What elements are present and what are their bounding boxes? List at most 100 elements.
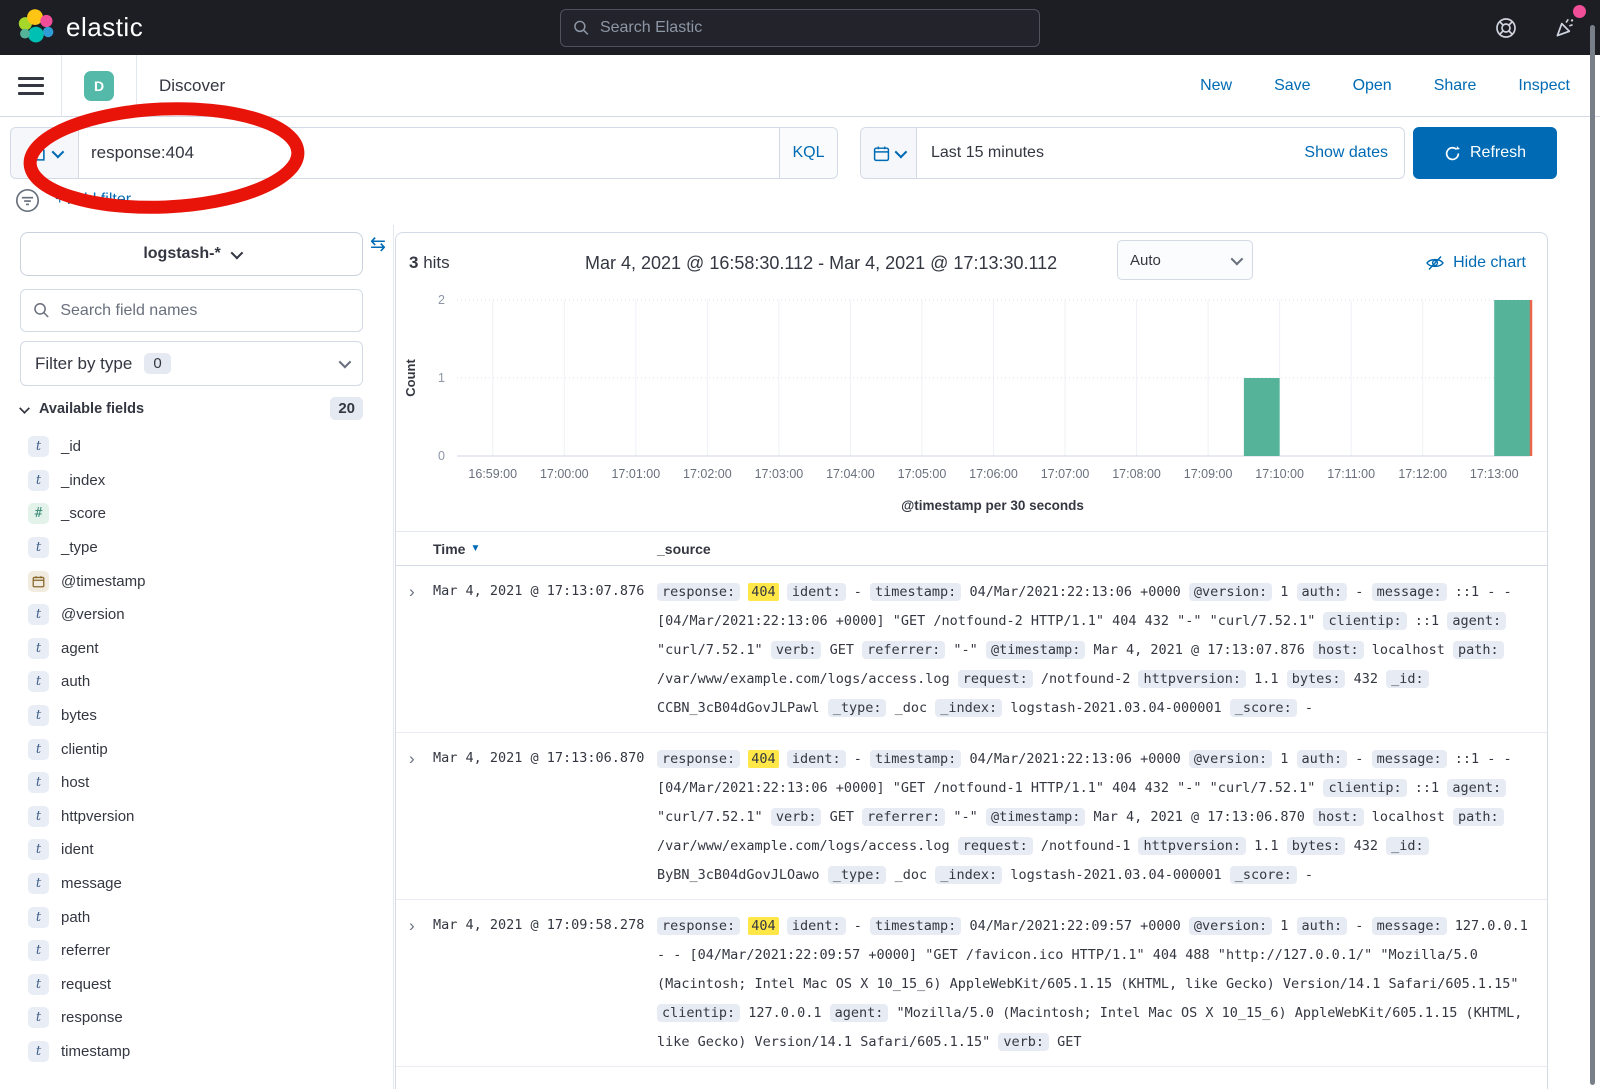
field-name: _index (61, 472, 105, 489)
global-search-input[interactable] (600, 19, 1027, 37)
field-value: Mar 4, 2021 @ 17:13:06.870 (1094, 809, 1305, 825)
field-value: - (854, 918, 862, 934)
nav-action-open[interactable]: Open (1353, 77, 1392, 95)
field-chip: _id: (1386, 837, 1429, 855)
table-row: ›Mar 4, 2021 @ 17:13:07.876response: 404… (396, 566, 1547, 733)
field-chip: clientip: (657, 1004, 740, 1022)
field-item-agent[interactable]: tagent (20, 632, 375, 666)
expand-row-icon[interactable]: › (396, 745, 433, 890)
field-chip: bytes: (1287, 837, 1346, 855)
index-pattern-select[interactable]: logstash-* (20, 232, 363, 276)
add-filter-button[interactable]: + Add filter (55, 191, 131, 209)
field-search-input[interactable] (60, 302, 350, 320)
field-chip: @version: (1189, 750, 1272, 768)
doc-source: response: 404 ident: - timestamp: 04/Mar… (657, 912, 1547, 1057)
histogram-chart[interactable]: 16:59:0017:00:0017:01:0017:02:0017:03:00… (397, 288, 1547, 488)
field-item-httpversion[interactable]: thttpversion (20, 800, 375, 834)
field-item-referrer[interactable]: treferrer (20, 934, 375, 968)
field-item-clientip[interactable]: tclientip (20, 732, 375, 766)
doc-time: Mar 4, 2021 @ 17:13:06.870 (433, 745, 657, 890)
filter-icon[interactable] (14, 187, 41, 214)
kibana-discover-app: elastic (0, 0, 1600, 1089)
field-chip: message: (1372, 583, 1447, 601)
column-header-time[interactable]: Time ▼ (433, 541, 657, 557)
field-name: response (61, 1009, 123, 1026)
field-value: 1 (1280, 584, 1288, 600)
global-search-box[interactable] (560, 9, 1040, 47)
field-chip: @timestamp: (986, 808, 1085, 826)
field-item-_index[interactable]: t_index (20, 464, 375, 498)
column-header-source: _source (657, 541, 711, 557)
field-search-box[interactable] (20, 289, 363, 332)
field-chip: ident: (787, 583, 846, 601)
saved-query-menu-button[interactable] (11, 128, 79, 178)
help-icon[interactable] (1494, 16, 1518, 40)
field-item-response[interactable]: tresponse (20, 1001, 375, 1035)
show-dates-button[interactable]: Show dates (1304, 144, 1404, 162)
filter-by-type-select[interactable]: Filter by type 0 (20, 341, 363, 386)
page-scrollbar[interactable] (1590, 25, 1595, 1085)
field-chip: httpversion: (1138, 837, 1246, 855)
query-language-button[interactable]: KQL (779, 128, 837, 178)
refresh-button[interactable]: Refresh (1413, 127, 1557, 179)
field-item-host[interactable]: thost (20, 766, 375, 800)
elastic-logo[interactable]: elastic (0, 7, 143, 49)
nav-action-new[interactable]: New (1200, 77, 1232, 95)
field-chip: path: (1453, 808, 1504, 826)
hide-chart-button[interactable]: Hide chart (1425, 253, 1526, 273)
field-chip: _index: (935, 866, 1002, 884)
field-item-version[interactable]: t@version (20, 598, 375, 632)
field-item-auth[interactable]: tauth (20, 665, 375, 699)
field-chip: agent: (1447, 779, 1506, 797)
newsfeed-icon[interactable] (1552, 15, 1578, 41)
field-chip: timestamp: (870, 583, 961, 601)
text-field-icon: t (28, 839, 49, 860)
field-value: /notfound-2 (1041, 671, 1130, 687)
field-item-ident[interactable]: tident (20, 833, 375, 867)
highlighted-value: 404 (748, 583, 778, 601)
available-fields-header[interactable]: Available fields 20 (20, 397, 363, 420)
field-chip: @version: (1189, 583, 1272, 601)
field-value: _doc (895, 700, 928, 716)
nav-action-save[interactable]: Save (1274, 77, 1310, 95)
svg-text:1: 1 (438, 371, 445, 385)
expand-row-icon[interactable]: › (396, 578, 433, 723)
nav-action-inspect[interactable]: Inspect (1518, 77, 1570, 95)
field-item-message[interactable]: tmessage (20, 867, 375, 901)
field-chip: path: (1453, 641, 1504, 659)
field-item-path[interactable]: tpath (20, 900, 375, 934)
doc-time: Mar 4, 2021 @ 17:09:58.278 (433, 912, 657, 1057)
text-field-icon: t (28, 1041, 49, 1062)
interval-select[interactable]: Auto (1117, 240, 1253, 280)
doc-source: response: 404 ident: - timestamp: 04/Mar… (657, 745, 1547, 890)
field-item-bytes[interactable]: tbytes (20, 699, 375, 733)
field-item-_type[interactable]: t_type (20, 531, 375, 565)
text-field-icon: t (28, 873, 49, 894)
menu-icon[interactable] (18, 77, 44, 95)
field-chip: auth: (1297, 750, 1348, 768)
field-chip: @version: (1189, 917, 1272, 935)
field-item-timestamp[interactable]: ttimestamp (20, 1035, 375, 1069)
expand-row-icon[interactable]: › (396, 912, 433, 1057)
discover-app-icon[interactable]: D (84, 71, 114, 101)
time-range-value[interactable]: Last 15 minutes (917, 144, 1304, 162)
field-item-timestamp[interactable]: @timestamp (20, 564, 375, 598)
field-item-_id[interactable]: t_id (20, 430, 375, 464)
field-value: "curl/7.52.1" (657, 809, 763, 825)
query-input[interactable]: response:404 (79, 128, 779, 178)
sort-desc-icon: ▼ (470, 543, 480, 554)
field-item-_score[interactable]: #_score (20, 497, 375, 531)
quick-select-menu-button[interactable] (861, 128, 917, 178)
field-chip: ident: (787, 750, 846, 768)
elastic-logo-icon (14, 7, 56, 49)
field-chip: _id: (1386, 670, 1429, 688)
date-field-icon (28, 571, 49, 592)
field-name: host (61, 774, 89, 791)
nav-action-share[interactable]: Share (1434, 77, 1477, 95)
svg-text:17:06:00: 17:06:00 (969, 467, 1018, 481)
field-value: /var/www/example.com/logs/access.log (657, 671, 950, 687)
field-name: agent (61, 640, 99, 657)
collapse-sidebar-icon[interactable]: ⇆ (370, 233, 386, 256)
field-chip: clientip: (1323, 779, 1406, 797)
field-item-request[interactable]: trequest (20, 968, 375, 1002)
